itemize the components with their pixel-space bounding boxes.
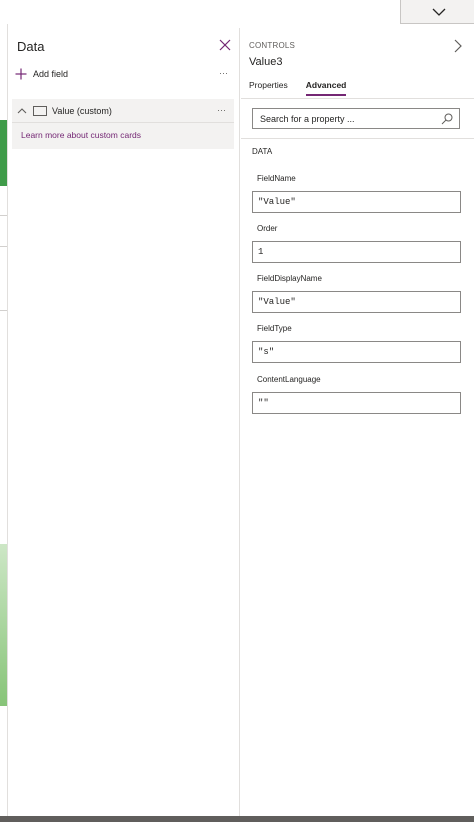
field-card: Value (custom) ··· Learn more about cust… bbox=[12, 99, 234, 149]
canvas-edge bbox=[0, 24, 8, 816]
more-options-icon[interactable]: ··· bbox=[219, 68, 228, 78]
chevron-up-icon[interactable] bbox=[16, 105, 28, 117]
prop-input-fieldtype[interactable]: "s" bbox=[252, 341, 461, 363]
data-pane: Data Add field ··· Value (custom) ··· Le… bbox=[9, 28, 240, 816]
control-name: Value3 bbox=[249, 56, 283, 68]
controls-label: CONTROLS bbox=[249, 41, 296, 50]
tab-advanced[interactable]: Advanced bbox=[305, 80, 347, 96]
tab-bar: Properties Advanced bbox=[249, 80, 347, 96]
search-icon[interactable] bbox=[441, 113, 453, 125]
section-heading-data: DATA bbox=[252, 147, 273, 156]
canvas-green-gradient bbox=[0, 544, 7, 706]
property-search-input[interactable] bbox=[260, 113, 440, 124]
prop-input-fielddisplayname[interactable]: "Value" bbox=[252, 291, 461, 313]
prop-input-order[interactable]: 1 bbox=[252, 241, 461, 263]
add-field-button[interactable]: Add field bbox=[15, 68, 68, 80]
property-search bbox=[252, 108, 460, 129]
tab-divider bbox=[241, 98, 474, 99]
formula-bar[interactable] bbox=[0, 0, 401, 24]
prop-label-fieldname: FieldName bbox=[257, 174, 296, 183]
data-pane-title: Data bbox=[17, 39, 45, 54]
canvas-divider bbox=[0, 310, 7, 311]
prop-label-contentlanguage: ContentLanguage bbox=[257, 375, 321, 384]
add-field-label: Add field bbox=[33, 69, 69, 79]
tab-properties[interactable]: Properties bbox=[249, 80, 288, 96]
field-more-icon[interactable]: ··· bbox=[217, 105, 226, 115]
field-row-value[interactable]: Value (custom) ··· bbox=[12, 99, 234, 123]
learn-more-link[interactable]: Learn more about custom cards bbox=[21, 130, 141, 140]
canvas-divider bbox=[0, 246, 7, 247]
plus-icon bbox=[15, 68, 27, 80]
prop-label-fieldtype: FieldType bbox=[257, 324, 292, 333]
top-bar bbox=[0, 0, 474, 24]
properties-area bbox=[241, 138, 474, 816]
taskbar-edge bbox=[0, 816, 474, 822]
expand-chevron-button[interactable] bbox=[403, 0, 474, 24]
field-label: Value (custom) bbox=[52, 105, 112, 116]
text-input-icon bbox=[33, 105, 47, 116]
prop-input-fieldname[interactable]: "Value" bbox=[252, 191, 461, 213]
prop-input-contentlanguage[interactable]: "" bbox=[252, 392, 461, 414]
canvas-green-block bbox=[0, 120, 7, 186]
chevron-down-icon bbox=[432, 8, 445, 16]
prop-label-fielddisplayname: FieldDisplayName bbox=[257, 274, 322, 283]
chevron-right-icon[interactable] bbox=[452, 38, 464, 54]
prop-label-order: Order bbox=[257, 224, 278, 233]
close-icon[interactable] bbox=[217, 37, 233, 53]
canvas-divider bbox=[0, 215, 7, 216]
controls-pane: CONTROLS Value3 Properties Advanced DATA… bbox=[241, 28, 474, 816]
